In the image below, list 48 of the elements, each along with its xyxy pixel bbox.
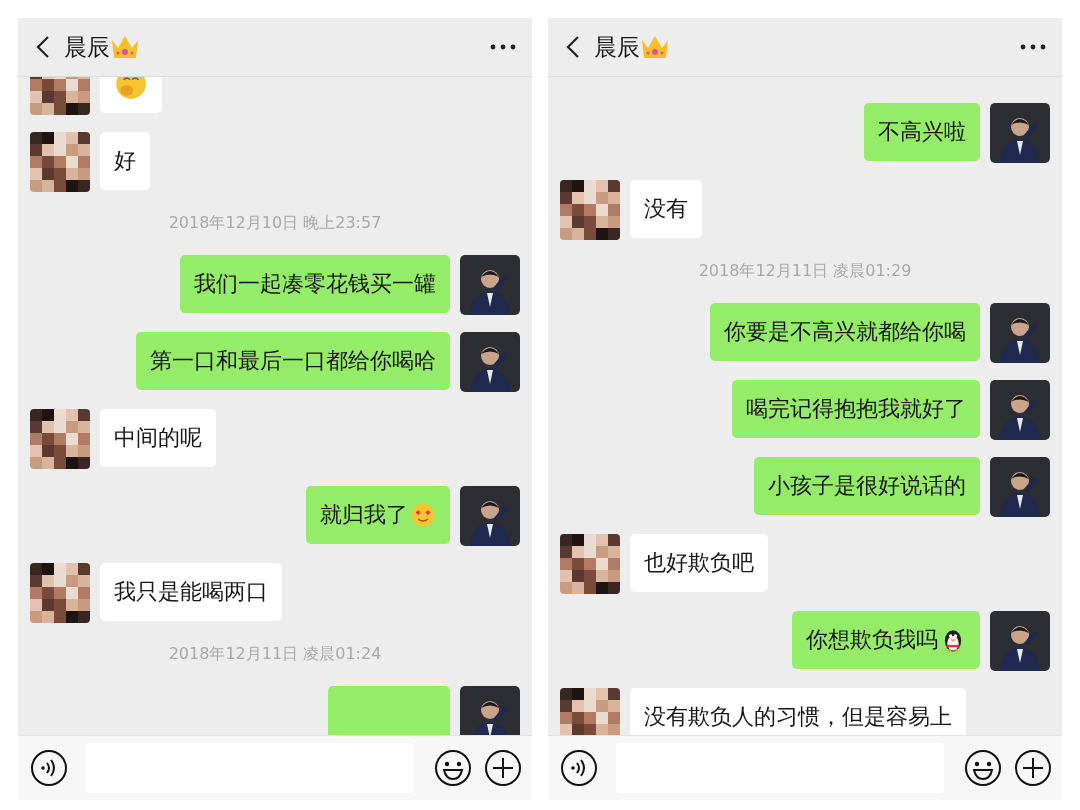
emoji-icon[interactable] [964,749,1002,787]
crown-icon [640,34,670,60]
chat-title: 晨辰 [64,35,110,59]
avatar[interactable] [460,255,520,315]
message-bubble: 也好欺负吧 [630,534,768,592]
message-bubble: 你要是不高兴就都给你喝 [710,303,980,361]
message-bubble: 我们一起凑零花钱买一罐 [180,255,450,313]
message-bubble: 就归我了 [306,486,450,544]
message-bubble: 中间的呢 [100,409,216,467]
avatar[interactable] [460,486,520,546]
heart-eyes-emoji-icon [410,502,436,528]
voice-icon[interactable] [30,749,68,787]
more-icon[interactable] [490,44,516,50]
message-bubble: 你想欺负我吗 [792,611,980,669]
message-bubble: 我只是能喝两口 [100,563,282,621]
back-icon[interactable] [566,35,580,59]
crown-icon [110,34,140,60]
plus-icon[interactable] [1014,749,1052,787]
more-icon[interactable] [1020,44,1046,50]
giggle-emoji-icon [114,77,148,101]
chat-title: 晨辰 [594,35,640,59]
avatar[interactable] [30,132,90,192]
message-bubble: 没有欺负人的习惯，但是容易上 [630,688,966,735]
avatar[interactable] [990,380,1050,440]
timestamp: 2018年12月10日 晚上23:57 [168,213,382,234]
avatar[interactable] [30,563,90,623]
avatar[interactable] [560,534,620,594]
emoji-icon[interactable] [434,749,472,787]
avatar[interactable] [30,409,90,469]
avatar[interactable] [460,332,520,392]
message-bubble: 喝完记得抱抱我就好了 [732,380,980,438]
avatar[interactable] [990,103,1050,163]
avatar[interactable] [560,180,620,240]
message-bubble: 小孩子是很好说话的 [754,457,980,515]
message-bubble: 不高兴啦 [864,103,980,161]
avatar[interactable] [460,686,520,735]
timestamp: 2018年12月11日 凌晨01:24 [168,644,382,665]
voice-icon[interactable] [560,749,598,787]
back-icon[interactable] [36,35,50,59]
message-bubble: 没有 [630,180,702,238]
message-bubble: 好 [100,132,150,190]
avatar[interactable] [560,688,620,735]
timestamp: 2018年12月11日 凌晨01:29 [698,261,912,282]
avatar[interactable] [990,303,1050,363]
avatar[interactable] [990,611,1050,671]
message-bubble: 第一口和最后一口都给你喝哈 [136,332,450,390]
plus-icon[interactable] [484,749,522,787]
avatar[interactable] [990,457,1050,517]
